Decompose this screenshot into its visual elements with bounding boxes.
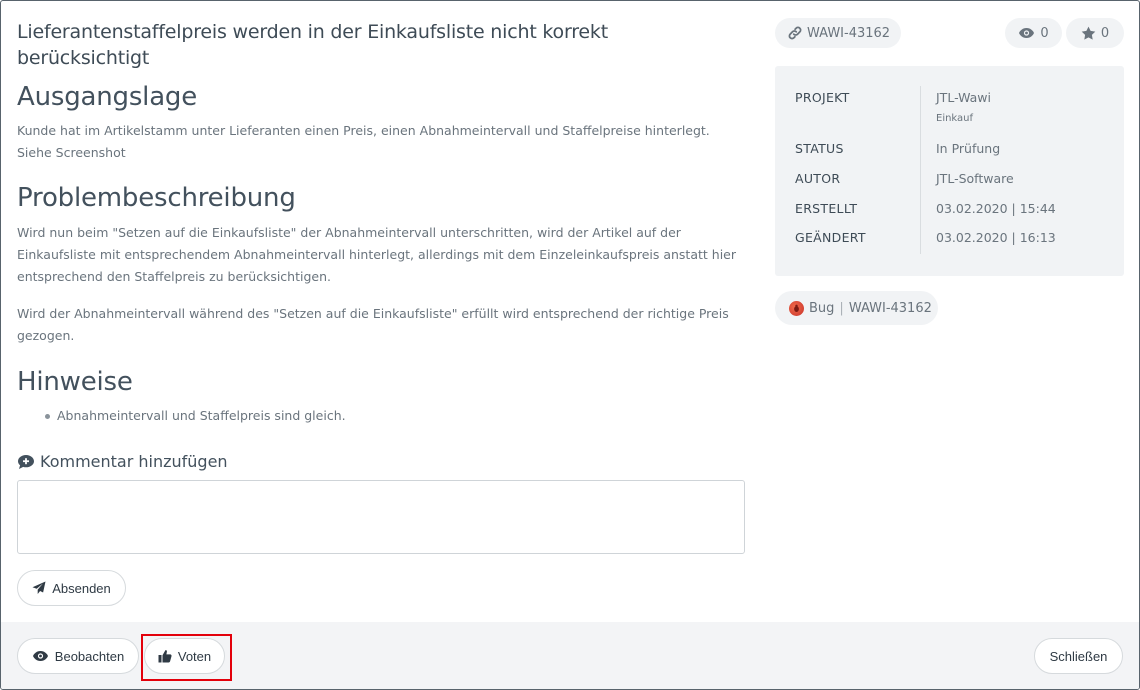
send-button-label: Absenden	[52, 580, 111, 596]
changed-label: GEÄNDERT	[795, 230, 866, 245]
list-item: Abnahmeintervall und Staffelpreis sind g…	[17, 405, 346, 427]
comment-plus-icon	[17, 454, 35, 470]
project-label: PROJEKT	[795, 90, 850, 105]
close-button[interactable]: Schließen	[1034, 638, 1123, 674]
problembeschreibung-paragraph: Wird der Abnahmeintervall während des "S…	[17, 306, 729, 343]
dialog-footer: Beobachten Voten Schließen	[1, 622, 1139, 689]
star-button[interactable]: 0	[1066, 18, 1124, 48]
vote-button-label: Voten	[177, 648, 212, 664]
created-label: ERSTELLT	[795, 201, 858, 216]
bug-icon	[789, 300, 804, 316]
issue-type-id: WAWI-43162	[848, 300, 932, 316]
watch-button[interactable]: Beobachten	[17, 638, 139, 674]
star-icon	[1081, 26, 1096, 40]
views-counter: 0	[1005, 18, 1062, 48]
issue-dialog: Lieferantenstaffelpreis werden in der Ei…	[0, 0, 1140, 690]
comment-heading-label: Kommentar hinzufügen	[40, 452, 228, 471]
eye-icon	[32, 650, 49, 662]
problembeschreibung-paragraph: Wird nun beim "Setzen auf die Einkaufsli…	[17, 225, 736, 284]
watch-button-label: Beobachten	[54, 648, 125, 664]
issue-id-label: WAWI-43162	[807, 25, 891, 41]
author-value: JTL-Software	[936, 171, 1014, 186]
comment-heading: Kommentar hinzufügen	[17, 452, 228, 471]
section-heading-hinweise: Hinweise	[17, 367, 133, 397]
created-value: 03.02.2020 | 15:44	[936, 201, 1056, 216]
section-heading-ausgangslage: Ausgangslage	[17, 82, 198, 112]
section-heading-problembeschreibung: Problembeschreibung	[17, 183, 296, 213]
close-button-label: Schließen	[1049, 648, 1108, 664]
status-label: STATUS	[795, 141, 844, 156]
comment-textarea[interactable]	[17, 480, 745, 554]
changed-value: 03.02.2020 | 16:13	[936, 230, 1056, 245]
project-subcategory: Einkauf	[936, 113, 974, 124]
issue-main-content: Lieferantenstaffelpreis werden in der Ei…	[17, 19, 745, 606]
link-icon	[788, 26, 802, 40]
eye-icon	[1018, 27, 1035, 39]
issue-info-panel: PROJEKT JTL-Wawi Einkauf STATUS In Prüfu…	[775, 66, 1124, 276]
ausgangslage-text: Kunde hat im Artikelstamm unter Lieferan…	[17, 123, 710, 160]
issue-id-link[interactable]: WAWI-43162	[775, 18, 901, 48]
author-label: AUTOR	[795, 171, 841, 186]
status-value: In Prüfung	[936, 141, 1001, 156]
issue-type-tag[interactable]: Bug | WAWI-43162	[775, 291, 938, 325]
issue-title: Lieferantenstaffelpreis werden in der Ei…	[17, 21, 608, 69]
hinweise-list: Abnahmeintervall und Staffelpreis sind g…	[17, 405, 346, 427]
info-divider	[920, 86, 921, 254]
thumbs-up-icon	[158, 649, 172, 663]
tag-separator: |	[839, 300, 844, 316]
send-comment-button[interactable]: Absenden	[17, 570, 126, 606]
project-value: JTL-Wawi	[936, 90, 991, 105]
stars-count: 0	[1100, 25, 1110, 41]
views-count: 0	[1040, 25, 1049, 41]
paper-plane-icon	[32, 581, 46, 595]
issue-type-label: Bug	[809, 300, 835, 316]
vote-button[interactable]: Voten	[144, 638, 225, 674]
